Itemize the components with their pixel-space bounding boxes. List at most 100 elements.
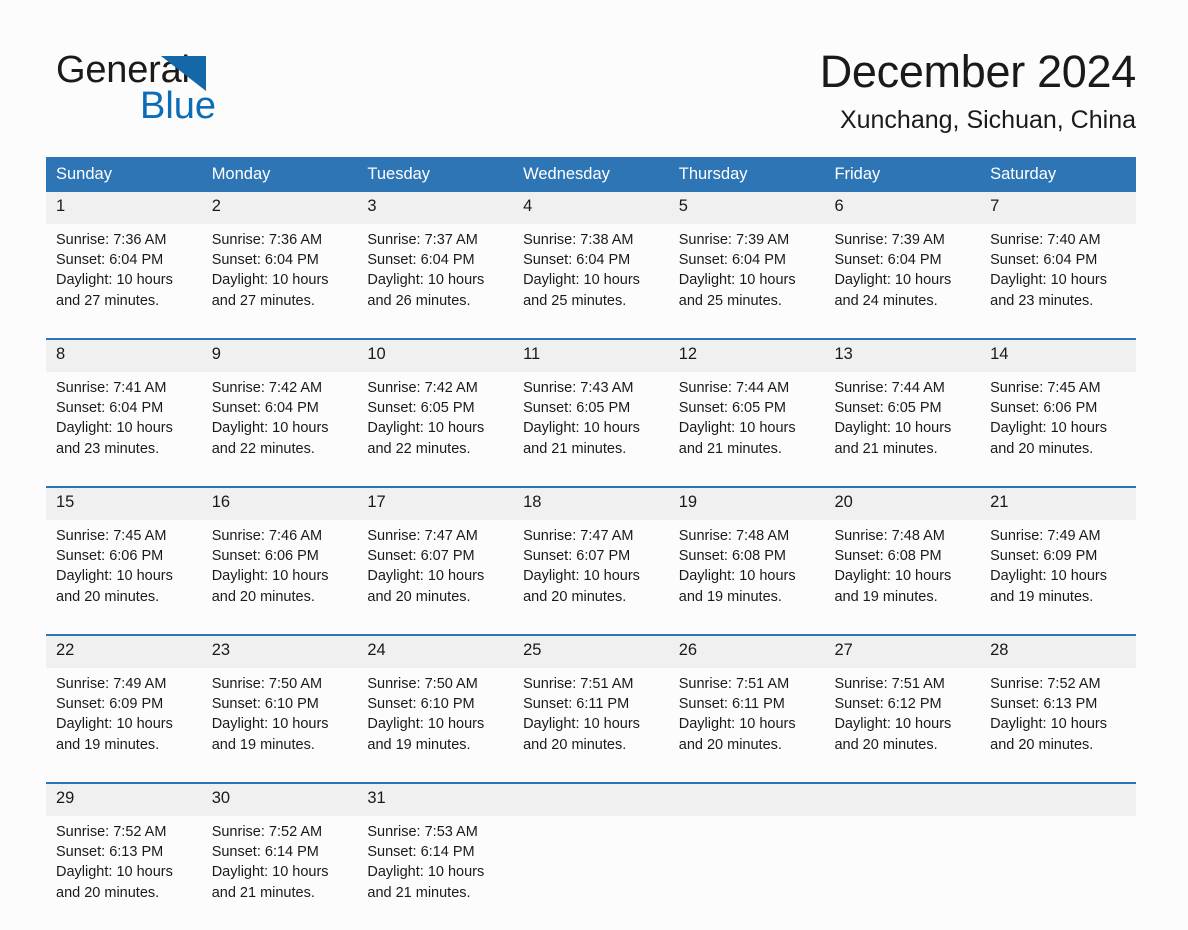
sunrise-text: Sunrise: 7:48 AM (834, 528, 945, 544)
day-cell[interactable]: Sunrise: 7:49 AM Sunset: 6:09 PM Dayligh… (980, 520, 1136, 635)
day-number[interactable]: 10 (357, 340, 514, 372)
day-number[interactable]: 31 (357, 784, 514, 816)
day-number[interactable]: 22 (46, 636, 202, 668)
day-number[interactable]: 4 (513, 192, 669, 224)
day-cell[interactable]: Sunrise: 7:38 AM Sunset: 6:04 PM Dayligh… (513, 224, 669, 339)
day-cell-empty (669, 816, 825, 930)
calendar-page: General Blue December 2024 Xunchang, Sic… (0, 0, 1188, 918)
sunrise-text: Sunrise: 7:38 AM (523, 232, 634, 248)
daylight-text-line1: Daylight: 10 hours (211, 864, 329, 881)
daylight-text-line2: and 26 minutes. (367, 292, 471, 309)
day-number[interactable]: 20 (824, 488, 981, 520)
daylight-text-line2: and 24 minutes. (834, 292, 938, 309)
sunset-text: Sunset: 6:06 PM (211, 548, 319, 565)
sunrise-text: Sunrise: 7:42 AM (367, 380, 478, 396)
day-number[interactable]: 16 (201, 488, 358, 520)
day-cell[interactable]: Sunrise: 7:52 AM Sunset: 6:13 PM Dayligh… (980, 668, 1136, 783)
day-number[interactable]: 6 (824, 192, 981, 224)
day-cell[interactable]: Sunrise: 7:47 AM Sunset: 6:07 PM Dayligh… (513, 520, 669, 635)
day-number[interactable]: 26 (668, 636, 825, 668)
day-cell[interactable]: Sunrise: 7:40 AM Sunset: 6:04 PM Dayligh… (980, 224, 1136, 339)
day-cell[interactable]: Sunrise: 7:52 AM Sunset: 6:14 PM Dayligh… (202, 816, 358, 930)
day-number[interactable]: 24 (357, 636, 514, 668)
day-number[interactable]: 23 (201, 636, 358, 668)
day-cell[interactable]: Sunrise: 7:46 AM Sunset: 6:06 PM Dayligh… (202, 520, 358, 635)
day-cell[interactable]: Sunrise: 7:44 AM Sunset: 6:05 PM Dayligh… (669, 372, 825, 487)
daylight-text-line1: Daylight: 10 hours (56, 420, 173, 437)
day-number[interactable]: 5 (668, 192, 825, 224)
day-number[interactable]: 7 (980, 192, 1136, 224)
day-cell[interactable]: Sunrise: 7:51 AM Sunset: 6:12 PM Dayligh… (824, 668, 980, 783)
daylight-text-line1: Daylight: 10 hours (990, 272, 1107, 289)
day-number[interactable]: 9 (201, 340, 358, 372)
day-cell[interactable]: Sunrise: 7:48 AM Sunset: 6:08 PM Dayligh… (824, 520, 980, 635)
day-cell-empty (513, 816, 669, 930)
day-cell[interactable]: Sunrise: 7:45 AM Sunset: 6:06 PM Dayligh… (980, 372, 1136, 487)
sunset-text: Sunset: 6:09 PM (56, 696, 164, 713)
sunrise-text: Sunrise: 7:36 AM (211, 232, 323, 248)
day-number[interactable]: 12 (668, 340, 825, 372)
day-cell[interactable]: Sunrise: 7:45 AM Sunset: 6:06 PM Dayligh… (46, 520, 202, 635)
day-number[interactable]: 2 (201, 192, 358, 224)
day-number[interactable]: 3 (357, 192, 514, 224)
day-cell[interactable]: Sunrise: 7:42 AM Sunset: 6:04 PM Dayligh… (202, 372, 358, 487)
daylight-text-line1: Daylight: 10 hours (834, 272, 952, 289)
daylight-text-line2: and 20 minutes. (990, 736, 1094, 753)
day-cell[interactable]: Sunrise: 7:36 AM Sunset: 6:04 PM Dayligh… (46, 224, 202, 339)
day-number[interactable]: 30 (201, 784, 358, 816)
day-number[interactable]: 11 (513, 340, 669, 372)
daylight-text-line2: and 20 minutes. (678, 736, 782, 753)
sunrise-text: Sunrise: 7:47 AM (523, 528, 634, 544)
day-cell[interactable]: Sunrise: 7:50 AM Sunset: 6:10 PM Dayligh… (202, 668, 358, 783)
daylight-text-line2: and 20 minutes. (990, 440, 1094, 457)
day-number[interactable]: 17 (357, 488, 514, 520)
day-number[interactable]: 21 (980, 488, 1136, 520)
daylight-text-line2: and 21 minutes. (211, 884, 315, 901)
daylight-text-line2: and 20 minutes. (211, 588, 315, 605)
day-number[interactable]: 29 (46, 784, 202, 816)
sunrise-text: Sunrise: 7:39 AM (678, 232, 790, 248)
day-cell[interactable]: Sunrise: 7:39 AM Sunset: 6:04 PM Dayligh… (824, 224, 980, 339)
daylight-text-line1: Daylight: 10 hours (211, 568, 329, 585)
day-cell[interactable]: Sunrise: 7:41 AM Sunset: 6:04 PM Dayligh… (46, 372, 202, 487)
day-number[interactable]: 28 (980, 636, 1136, 668)
brand-logo[interactable]: General Blue (56, 44, 416, 140)
sunset-text: Sunset: 6:04 PM (56, 252, 164, 269)
daylight-text-line2: and 20 minutes. (523, 736, 627, 753)
day-number[interactable]: 19 (668, 488, 825, 520)
day-cell[interactable]: Sunrise: 7:37 AM Sunset: 6:04 PM Dayligh… (357, 224, 513, 339)
day-number[interactable]: 13 (824, 340, 981, 372)
day-cell[interactable]: Sunrise: 7:43 AM Sunset: 6:05 PM Dayligh… (513, 372, 669, 487)
day-cell[interactable]: Sunrise: 7:53 AM Sunset: 6:14 PM Dayligh… (357, 816, 513, 930)
day-cell[interactable]: Sunrise: 7:42 AM Sunset: 6:05 PM Dayligh… (357, 372, 513, 487)
day-number[interactable]: 1 (46, 192, 202, 224)
day-cell[interactable]: Sunrise: 7:47 AM Sunset: 6:07 PM Dayligh… (357, 520, 513, 635)
day-cell[interactable]: Sunrise: 7:52 AM Sunset: 6:13 PM Dayligh… (46, 816, 202, 930)
day-number[interactable]: 25 (513, 636, 669, 668)
week-1-info-row: Sunrise: 7:36 AM Sunset: 6:04 PM Dayligh… (46, 224, 1136, 339)
day-cell[interactable]: Sunrise: 7:44 AM Sunset: 6:05 PM Dayligh… (824, 372, 980, 487)
day-cell[interactable]: Sunrise: 7:51 AM Sunset: 6:11 PM Dayligh… (669, 668, 825, 783)
day-cell[interactable]: Sunrise: 7:51 AM Sunset: 6:11 PM Dayligh… (513, 668, 669, 783)
daylight-text-line2: and 22 minutes. (211, 440, 315, 457)
brand-word-blue: Blue (140, 85, 217, 127)
day-number[interactable]: 27 (824, 636, 981, 668)
day-number[interactable]: 14 (980, 340, 1136, 372)
day-cell[interactable]: Sunrise: 7:36 AM Sunset: 6:04 PM Dayligh… (202, 224, 358, 339)
day-cell[interactable]: Sunrise: 7:39 AM Sunset: 6:04 PM Dayligh… (669, 224, 825, 339)
day-number[interactable]: 18 (513, 488, 669, 520)
day-cell[interactable]: Sunrise: 7:50 AM Sunset: 6:10 PM Dayligh… (357, 668, 513, 783)
daylight-text-line1: Daylight: 10 hours (56, 568, 173, 585)
day-number[interactable]: 15 (46, 488, 202, 520)
sunset-text: Sunset: 6:07 PM (367, 548, 475, 565)
day-cell[interactable]: Sunrise: 7:48 AM Sunset: 6:08 PM Dayligh… (669, 520, 825, 635)
day-number[interactable]: 8 (46, 340, 202, 372)
day-cell[interactable]: Sunrise: 7:49 AM Sunset: 6:09 PM Dayligh… (46, 668, 202, 783)
week-2-info-row: Sunrise: 7:41 AM Sunset: 6:04 PM Dayligh… (46, 372, 1136, 487)
daylight-text-line1: Daylight: 10 hours (367, 568, 485, 585)
daylight-text-line1: Daylight: 10 hours (211, 716, 329, 733)
sunset-text: Sunset: 6:04 PM (211, 252, 319, 269)
sunset-text: Sunset: 6:08 PM (678, 548, 786, 565)
daylight-text-line2: and 21 minutes. (367, 884, 471, 901)
sunrise-text: Sunrise: 7:49 AM (56, 676, 167, 692)
